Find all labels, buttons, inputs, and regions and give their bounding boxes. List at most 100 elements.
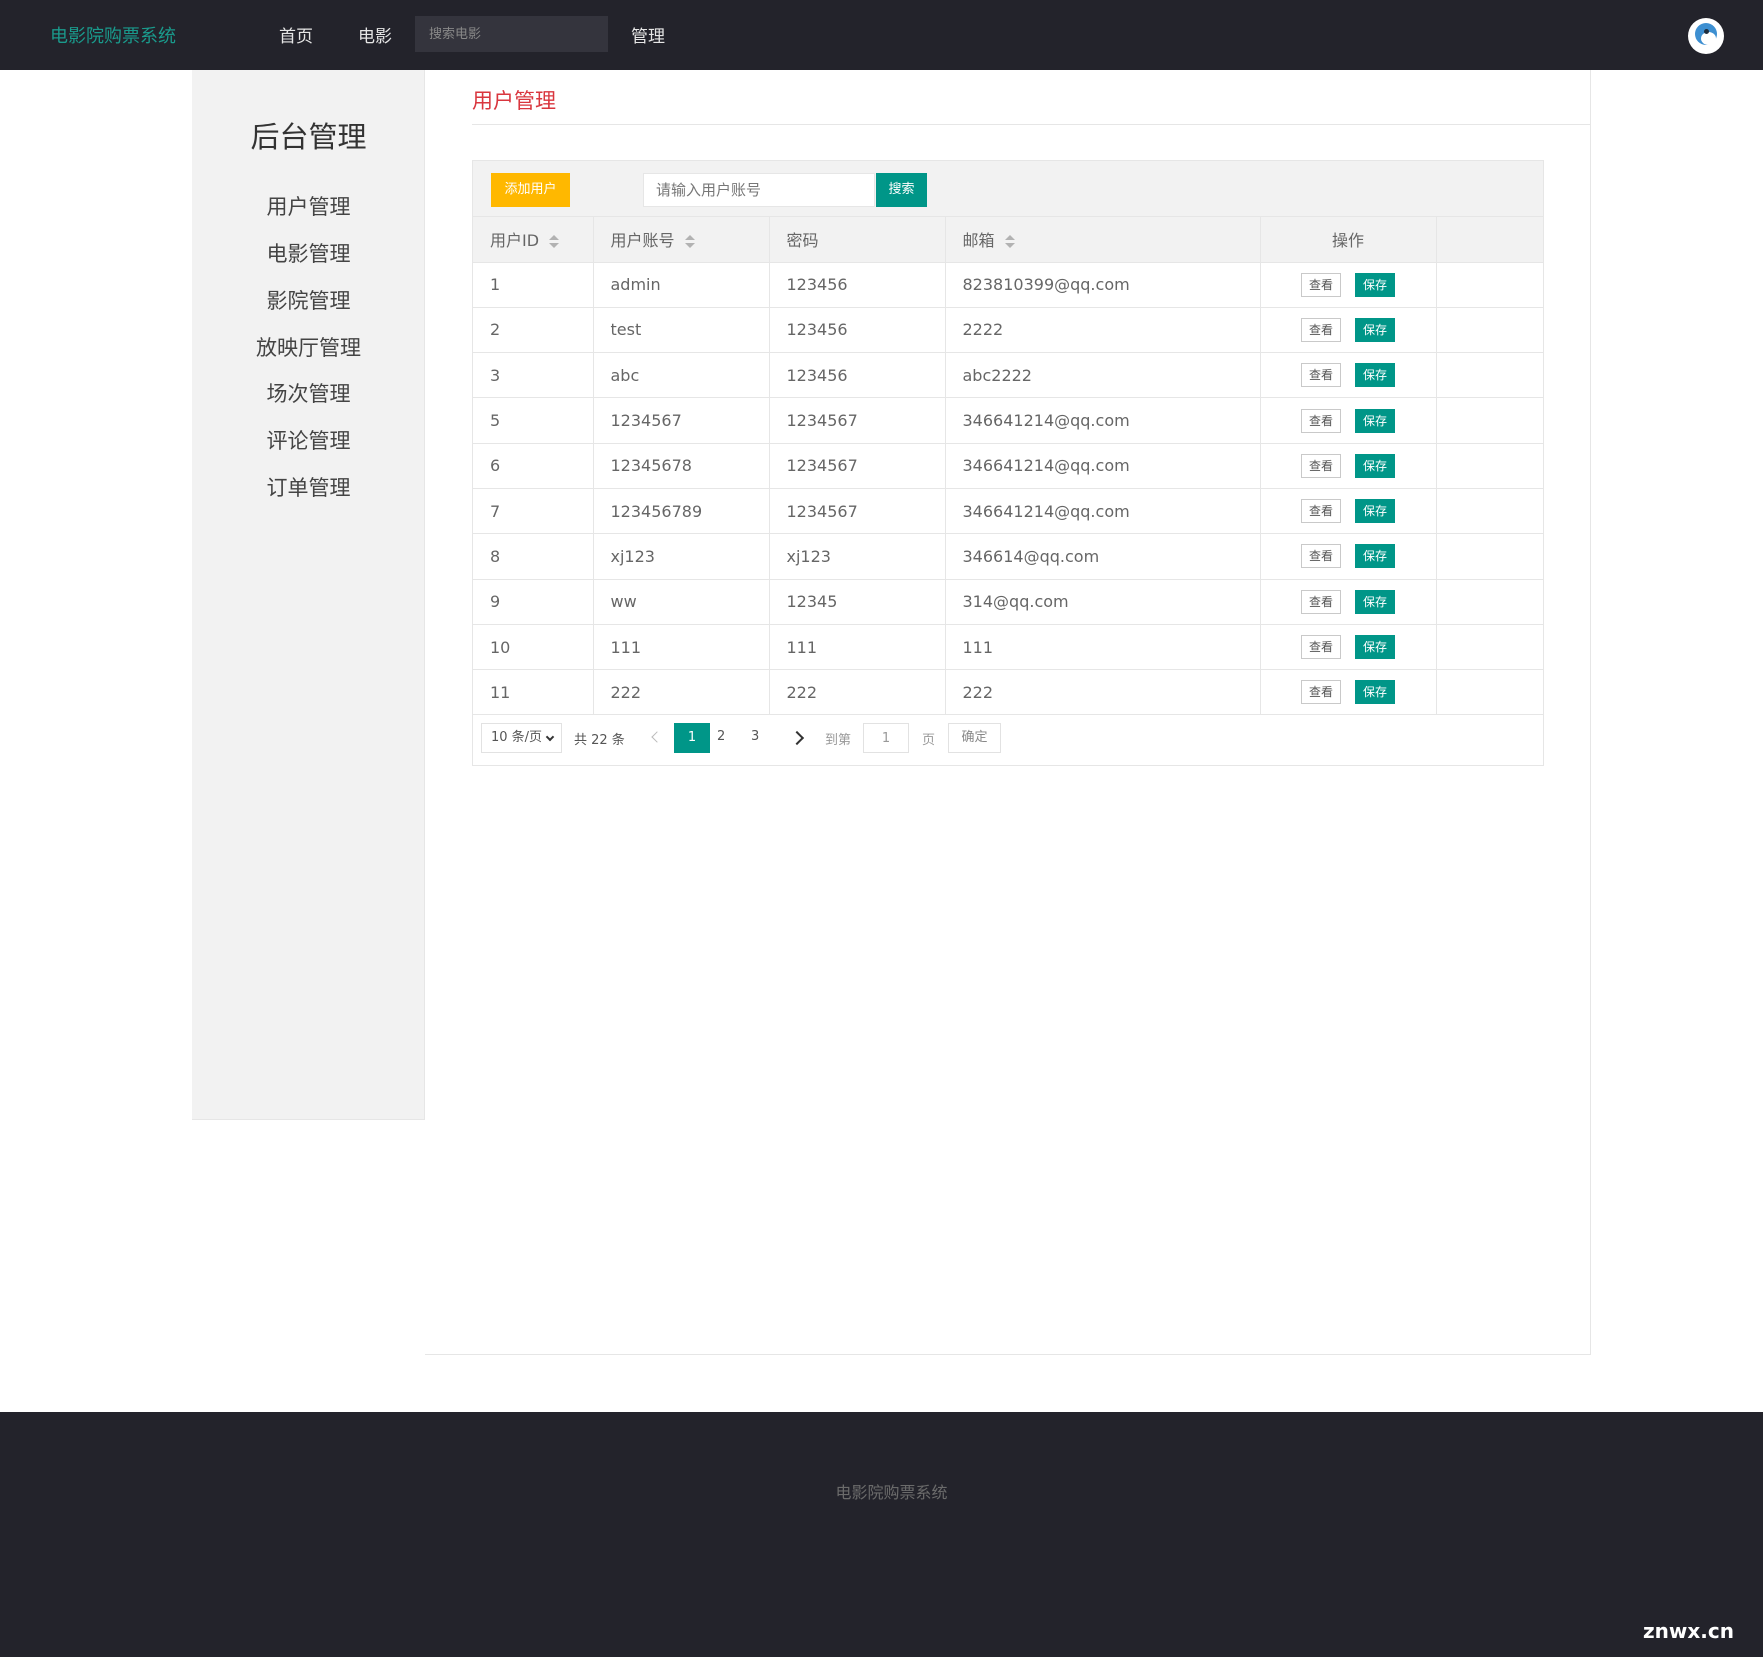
cell-email: 111 bbox=[945, 624, 1261, 671]
save-button[interactable]: 保存 bbox=[1355, 680, 1395, 705]
save-button[interactable]: 保存 bbox=[1355, 363, 1395, 388]
cell-account: 111 bbox=[593, 624, 770, 671]
cell-filler bbox=[1436, 488, 1543, 535]
sort-icon[interactable] bbox=[549, 234, 560, 249]
view-button[interactable]: 查看 bbox=[1301, 408, 1341, 433]
sidebar-item-users[interactable]: 用户管理 bbox=[192, 191, 425, 221]
title-divider bbox=[472, 124, 1591, 125]
sidebar-item-halls[interactable]: 放映厅管理 bbox=[192, 332, 425, 362]
view-button[interactable]: 查看 bbox=[1301, 363, 1341, 388]
table-toolbar: 添加用户 搜索 bbox=[473, 161, 1543, 217]
user-avatar[interactable] bbox=[1688, 18, 1724, 54]
user-search-input[interactable] bbox=[643, 173, 875, 207]
save-button[interactable]: 保存 bbox=[1355, 453, 1395, 478]
pagination: 10 条/页 共 22 条 1 2 3 到第 页 确定 bbox=[473, 714, 1543, 765]
save-button[interactable]: 保存 bbox=[1355, 408, 1395, 433]
cell-account: abc bbox=[593, 352, 770, 399]
save-button[interactable]: 保存 bbox=[1355, 317, 1395, 342]
cell-email: abc2222 bbox=[945, 352, 1261, 399]
table-row: 7 123456789 1234567 346641214@qq.com 查看 保存 bbox=[473, 488, 1543, 535]
col-header-password: 密码 bbox=[769, 217, 946, 263]
sort-icon[interactable] bbox=[684, 234, 695, 249]
site-watermark: znwx.cn bbox=[1643, 1619, 1734, 1643]
goto-confirm-button[interactable]: 确定 bbox=[948, 723, 1001, 753]
sidebar-item-orders[interactable]: 订单管理 bbox=[192, 472, 425, 502]
view-button[interactable]: 查看 bbox=[1301, 589, 1341, 614]
table-row: 10 111 111 111 查看 保存 bbox=[473, 624, 1543, 671]
cell-filler bbox=[1436, 443, 1543, 489]
page-3[interactable]: 3 bbox=[751, 729, 759, 744]
next-page-icon[interactable] bbox=[792, 728, 804, 748]
cell-user-id: 9 bbox=[473, 579, 594, 625]
cell-password: xj123 bbox=[769, 533, 946, 580]
cell-password: 1234567 bbox=[769, 397, 946, 444]
brand-logo[interactable]: 电影院购票系统 bbox=[50, 22, 176, 48]
sidebar-item-sessions[interactable]: 场次管理 bbox=[192, 378, 425, 408]
cell-filler bbox=[1436, 307, 1543, 354]
movie-search-input[interactable] bbox=[415, 16, 608, 52]
cell-actions: 查看 保存 bbox=[1260, 352, 1437, 399]
sidebar-item-cinemas[interactable]: 影院管理 bbox=[192, 285, 425, 315]
view-button[interactable]: 查看 bbox=[1301, 544, 1341, 569]
cell-filler bbox=[1436, 262, 1543, 308]
goto-page-input[interactable] bbox=[863, 723, 909, 753]
sidebar-item-comments[interactable]: 评论管理 bbox=[192, 425, 425, 455]
add-user-button[interactable]: 添加用户 bbox=[491, 173, 570, 207]
chevron-down-icon bbox=[545, 732, 555, 742]
nav-home[interactable]: 首页 bbox=[279, 22, 313, 47]
cell-user-id: 1 bbox=[473, 262, 594, 308]
page-1-current[interactable]: 1 bbox=[674, 723, 710, 753]
cell-actions: 查看 保存 bbox=[1260, 307, 1437, 354]
view-button[interactable]: 查看 bbox=[1301, 453, 1341, 478]
sidebar-item-movies[interactable]: 电影管理 bbox=[192, 238, 425, 268]
table-row: 6 12345678 1234567 346641214@qq.com 查看 保存 bbox=[473, 443, 1543, 489]
save-button[interactable]: 保存 bbox=[1355, 589, 1395, 614]
cell-filler bbox=[1436, 352, 1543, 399]
col-header-id-label: 用户ID bbox=[490, 231, 540, 251]
page-2[interactable]: 2 bbox=[717, 729, 725, 744]
cell-password: 222 bbox=[769, 669, 946, 716]
table-row: 3 abc 123456 abc2222 查看 保存 bbox=[473, 352, 1543, 399]
table-row: 9 ww 12345 314@qq.com 查看 保存 bbox=[473, 579, 1543, 625]
col-header-filler bbox=[1436, 217, 1543, 263]
cell-actions: 查看 保存 bbox=[1260, 488, 1437, 535]
cell-actions: 查看 保存 bbox=[1260, 579, 1437, 625]
cell-password: 1234567 bbox=[769, 488, 946, 535]
cell-user-id: 7 bbox=[473, 488, 594, 535]
col-header-account[interactable]: 用户账号 bbox=[593, 217, 770, 263]
col-header-email-label: 邮箱 bbox=[962, 231, 995, 251]
user-table: 用户ID 用户账号 密码 邮箱 操作 1 admin 123456 823810399… bbox=[473, 217, 1543, 716]
view-button[interactable]: 查看 bbox=[1301, 635, 1341, 660]
table-row: 8 xj123 xj123 346614@qq.com 查看 保存 bbox=[473, 533, 1543, 580]
cell-account: xj123 bbox=[593, 533, 770, 580]
view-button[interactable]: 查看 bbox=[1301, 317, 1341, 342]
sort-icon[interactable] bbox=[1004, 234, 1015, 249]
nav-movies[interactable]: 电影 bbox=[358, 22, 392, 47]
save-button[interactable]: 保存 bbox=[1355, 635, 1395, 660]
col-header-account-label: 用户账号 bbox=[610, 231, 675, 251]
cell-filler bbox=[1436, 669, 1543, 716]
cell-user-id: 5 bbox=[473, 397, 594, 444]
col-header-email[interactable]: 邮箱 bbox=[945, 217, 1261, 263]
page-size-select[interactable]: 10 条/页 bbox=[481, 723, 562, 753]
avatar-icon-eye bbox=[1704, 29, 1709, 34]
save-button[interactable]: 保存 bbox=[1355, 544, 1395, 569]
view-button[interactable]: 查看 bbox=[1301, 272, 1341, 297]
search-button[interactable]: 搜索 bbox=[876, 173, 927, 207]
cell-user-id: 11 bbox=[473, 669, 594, 716]
nav-admin[interactable]: 管理 bbox=[631, 22, 665, 47]
col-header-id[interactable]: 用户ID bbox=[473, 217, 594, 263]
cell-account: admin bbox=[593, 262, 770, 308]
prev-page-icon[interactable] bbox=[650, 728, 660, 748]
admin-sidebar: 后台管理 用户管理 电影管理 影院管理 放映厅管理 场次管理 评论管理 订单管理 bbox=[192, 70, 425, 1120]
cell-password: 123456 bbox=[769, 307, 946, 354]
view-button[interactable]: 查看 bbox=[1301, 680, 1341, 705]
table-row: 5 1234567 1234567 346641214@qq.com 查看 保存 bbox=[473, 397, 1543, 444]
cell-actions: 查看 保存 bbox=[1260, 262, 1437, 308]
cell-password: 123456 bbox=[769, 262, 946, 308]
view-button[interactable]: 查看 bbox=[1301, 499, 1341, 524]
cell-email: 346641214@qq.com bbox=[945, 488, 1261, 535]
save-button[interactable]: 保存 bbox=[1355, 499, 1395, 524]
table-row: 2 test 123456 2222 查看 保存 bbox=[473, 307, 1543, 354]
save-button[interactable]: 保存 bbox=[1355, 272, 1395, 297]
